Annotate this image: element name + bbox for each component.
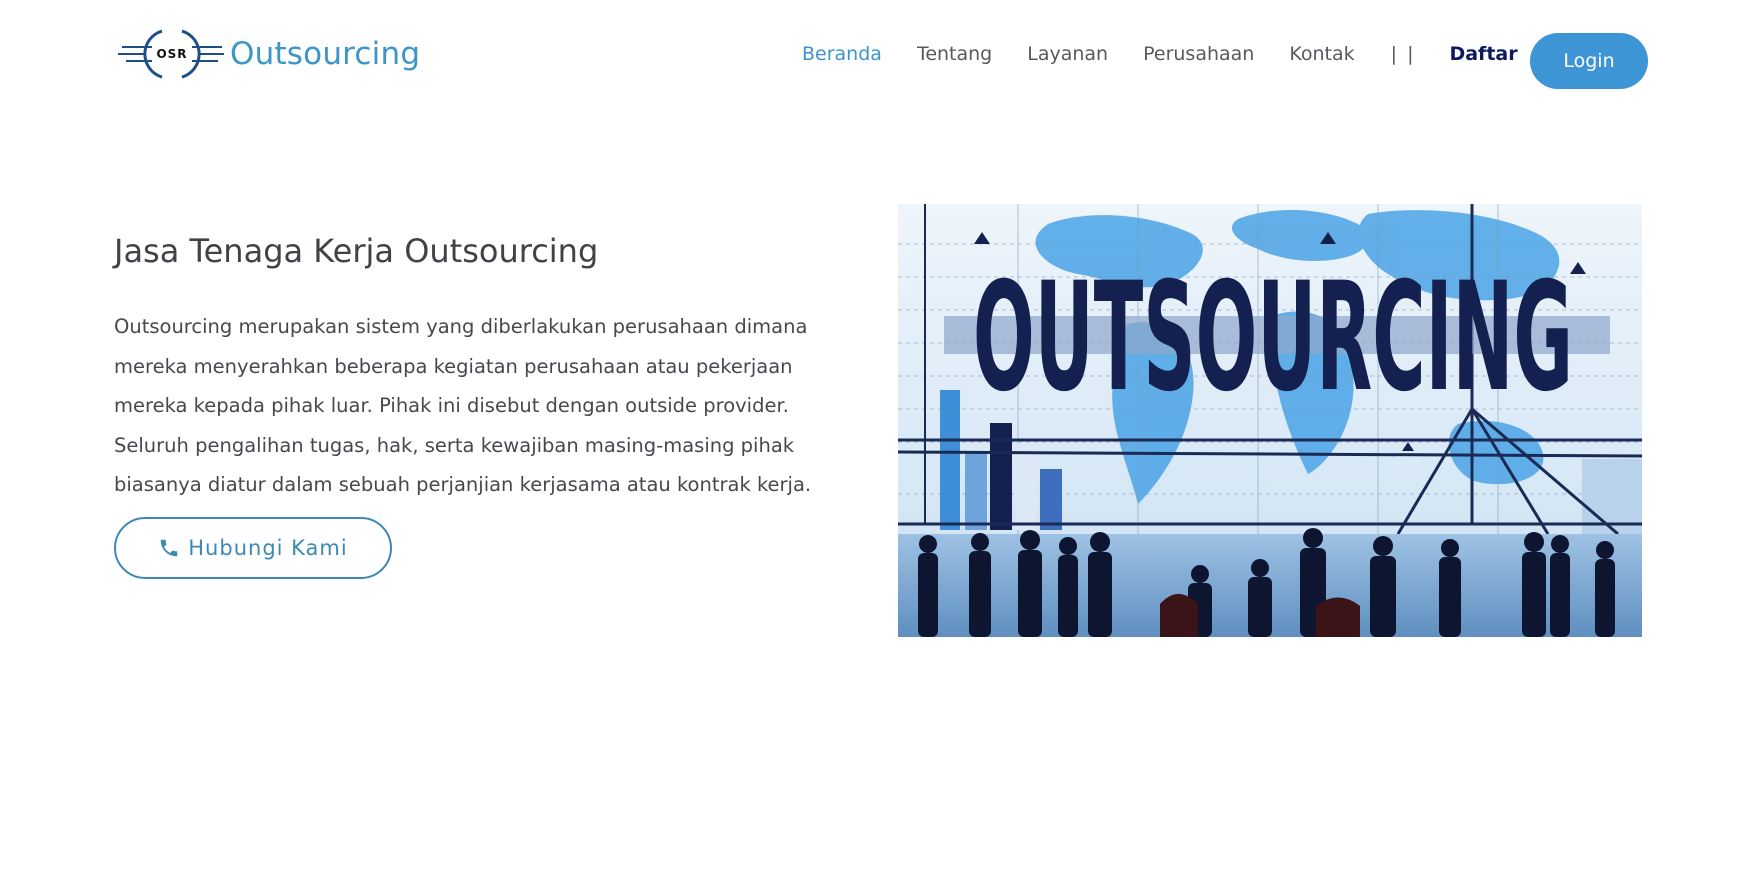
brand-home-link[interactable]: OSR Outsourcing (118, 24, 420, 84)
phone-icon (161, 539, 178, 557)
login-button[interactable]: Login (1530, 33, 1648, 89)
main-nav: Beranda Tentang Layanan Perusahaan Konta… (802, 43, 1518, 65)
logo-text: OSR (156, 47, 187, 61)
nav-item-tentang[interactable]: Tentang (917, 43, 992, 65)
nav-item-kontak[interactable]: Kontak (1289, 43, 1354, 65)
nav-item-layanan[interactable]: Layanan (1027, 43, 1108, 65)
nav-separator: | | (1390, 43, 1416, 65)
page: OSR Outsourcing Beranda Tentang Layanan … (0, 0, 1741, 888)
brand-name: Outsourcing (230, 35, 421, 72)
nav-item-perusahaan[interactable]: Perusahaan (1143, 43, 1254, 65)
hero-description: Outsourcing merupakan sistem yang diberl… (114, 315, 812, 496)
site-header: OSR Outsourcing Beranda Tentang Layanan … (0, 0, 1741, 110)
nav-item-beranda[interactable]: Beranda (802, 43, 882, 65)
contact-us-button[interactable]: Hubungi Kami (114, 517, 392, 579)
image-word: OUTSOURCING (973, 251, 1573, 425)
hero-image: OUTSOURCING (898, 204, 1642, 637)
signup-link[interactable]: Daftar (1449, 43, 1517, 65)
hero-title: Jasa Tenaga Kerja Outsourcing (114, 232, 599, 270)
osr-logo-icon: OSR (118, 29, 224, 79)
contact-us-label: Hubungi Kami (188, 536, 348, 560)
